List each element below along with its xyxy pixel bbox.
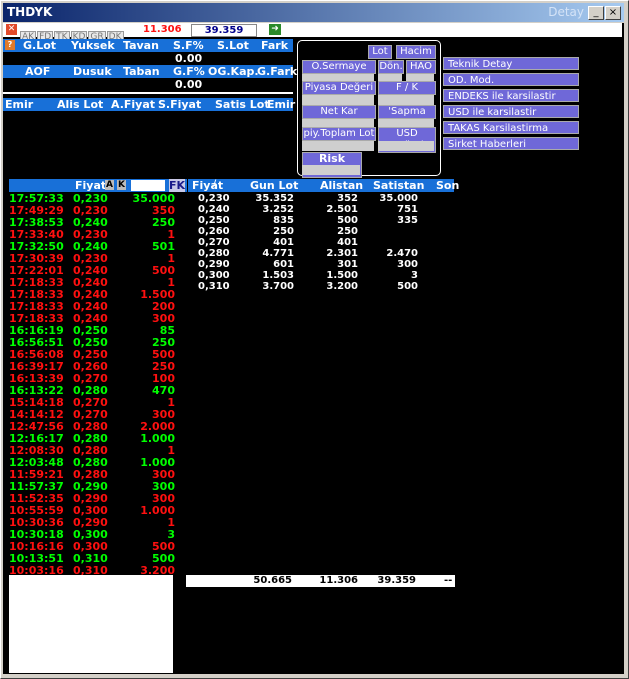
fk-value: [378, 95, 434, 105]
a-toggle-button[interactable]: A: [105, 180, 114, 190]
detail-popup: Lot Hacim O.Sermaye Dön. HAO Piyasa Değe…: [297, 40, 441, 178]
totals-row: 50.665 11.306 39.359 --: [186, 575, 455, 587]
header-alis-lot: Alis Lot: [57, 98, 104, 111]
right-menu-item-5[interactable]: Sirket Haberleri: [443, 137, 579, 150]
header-satis-lot: Satis Lot: [215, 98, 270, 111]
header-glot: G.Lot: [23, 39, 57, 52]
client-area: ✕ AK FD TK KD GR DK 11.306 39.359 ➜ ? G.Lot Y…: [3, 23, 624, 674]
depth-row: 0,280 4.771 2.301 2.470: [188, 248, 454, 259]
divider: [3, 92, 293, 94]
toolbar: ✕ AK FD TK KD GR DK 11.306 39.359 ➜: [3, 23, 622, 43]
total-alistan: 11.306: [319, 575, 358, 586]
header-emir-sell: Emir: [267, 98, 296, 111]
header-s-fiyat: S.Fiyat: [158, 98, 202, 111]
depth-table: 0,230 35.352 352 35.000 0,240 3.252 2.501 751 0,…: [188, 193, 454, 292]
depth-row: 0,240 3.252 2.501 751: [188, 204, 454, 215]
header-tavan: Tavan: [123, 39, 159, 52]
header-sf-pct: S.F%: [173, 39, 204, 52]
risk-kodu-value: [302, 165, 360, 175]
header-aof: AOF: [25, 65, 51, 78]
header-fark: Fark: [261, 39, 289, 52]
depth-header-gunlot: Gun Lot: [250, 179, 299, 192]
minimize-button[interactable]: _: [588, 6, 604, 20]
trades-header: Fiyat A K FK: [9, 179, 187, 192]
right-menu-item-3[interactable]: USD ile karsilastir: [443, 105, 579, 118]
header-slot: S.Lot: [217, 39, 249, 52]
piyasa-degeri-button[interactable]: Piyasa Değeri: [302, 81, 376, 95]
depth-header-satistan: Satistan: [373, 179, 425, 192]
depth-row: 0,290 601 301 300: [188, 259, 454, 270]
close-x-icon[interactable]: ✕: [6, 24, 17, 35]
toolbar-value-1: 11.306: [143, 24, 182, 35]
header-taban: Taban: [123, 65, 160, 78]
header-emir-buy: Emir: [5, 98, 34, 111]
close-button[interactable]: ×: [605, 6, 621, 20]
piy-toplam-lot-value: [302, 141, 374, 151]
k-toggle-button[interactable]: K: [117, 180, 126, 190]
depth-row: 0,270 401 401: [188, 237, 454, 248]
depth-header-alistan: Alistan: [320, 179, 364, 192]
trades-header-fiyat: Fiyat: [75, 179, 107, 192]
depth-cell-g: 3.700: [262, 281, 294, 292]
usd-degeri-value: [378, 141, 434, 151]
header-gfark: G.Fark: [257, 65, 298, 78]
total-son: --: [444, 575, 453, 586]
don-button[interactable]: Dön.: [378, 60, 404, 74]
depth-row: 0,260 250 250: [188, 226, 454, 237]
depth-row: 0,310 3.700 3.200 500: [188, 281, 454, 292]
fk-toggle-button[interactable]: FK: [169, 179, 185, 192]
depth-cell-f: 0,310: [198, 281, 230, 292]
trades-filter-box[interactable]: [131, 180, 165, 191]
depth-cell-a: 3.200: [326, 281, 358, 292]
header-dusuk: Dusuk: [73, 65, 112, 78]
window-title-right: Detay: [548, 5, 584, 19]
depth-row: 0,230 35.352 352 35.000: [188, 193, 454, 204]
header-gf-pct: G.F%: [173, 65, 205, 78]
depth-row: 0,250 835 500 335: [188, 215, 454, 226]
sapma-button[interactable]: 'Sapma: [378, 105, 436, 119]
o-sermaye-button[interactable]: O.Sermaye: [302, 60, 376, 74]
main-window: THDYK Detay _ × ✕ AK FD TK KD GR DK 11.306 39…: [0, 0, 629, 679]
arrow-right-icon[interactable]: ➜: [269, 24, 281, 35]
gf-pct-value: 0.00: [175, 78, 203, 91]
depth-header: Fiyat / Gun Lot Alistan Satistan Son: [188, 179, 459, 192]
right-menu-item-2[interactable]: ENDEKS ile karsilastir: [443, 89, 579, 102]
sort-icon[interactable]: /: [213, 179, 216, 189]
lot-button[interactable]: Lot: [368, 45, 392, 59]
window-title: THDYK: [7, 5, 53, 19]
header-ogkap: OG.Kap.: [208, 65, 259, 78]
depth-row: 0,300 1.503 1.500 3: [188, 270, 454, 281]
piyasa-degeri-value: [302, 95, 374, 105]
right-menu-item-0[interactable]: Teknik Detay: [443, 57, 579, 70]
sf-pct-value: 0.00: [175, 52, 203, 65]
hao-button[interactable]: HAO: [406, 60, 436, 74]
fk-button[interactable]: F / K: [378, 81, 436, 95]
toolbar-value-2: 39.359: [191, 24, 257, 37]
total-gun-lot: 50.665: [253, 575, 292, 586]
right-menu-item-1[interactable]: OD. Mod.: [443, 73, 579, 86]
total-satistan: 39.359: [377, 575, 416, 586]
depth-cell-s: 500: [397, 281, 418, 292]
depth-header-son: Son: [436, 179, 460, 192]
piy-toplam-lot-button[interactable]: piy.Toplam Lot: [302, 127, 376, 141]
header-yuksek: Yuksek: [71, 39, 115, 52]
header-row-2: AOF Dusuk Taban G.F% OG.Kap. G.Fark: [3, 65, 297, 78]
hacim-button[interactable]: Hacim: [396, 45, 436, 59]
header-row-1: ? G.Lot Yuksek Tavan S.F% S.Lot Fark: [3, 39, 293, 52]
trades-blank-area: [9, 575, 173, 673]
depth-header-fiyat: Fiyat: [192, 179, 224, 192]
right-menu-item-4[interactable]: TAKAS Karsilastirma: [443, 121, 579, 134]
net-kar-button[interactable]: Net Kar: [302, 105, 376, 119]
trades-list: 17:57:33 0,230 35.000 17:49:29 0,230 350 17:38…: [9, 193, 175, 577]
order-book-header: Emir Alis Lot A.Fiyat S.Fiyat Satis Lot …: [3, 98, 296, 111]
question-icon[interactable]: ?: [5, 40, 15, 50]
title-bar[interactable]: THDYK Detay _ ×: [3, 3, 624, 22]
header-a-fiyat: A.Fiyat: [111, 98, 156, 111]
